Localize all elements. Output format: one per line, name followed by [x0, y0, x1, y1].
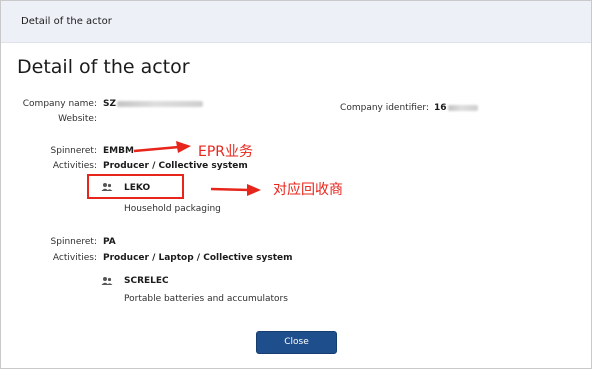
annotation-arrowhead-epr	[176, 141, 191, 153]
activities-value: Producer / Laptop / Collective system	[103, 253, 293, 263]
annotation-arrowhead-recycler	[247, 184, 261, 196]
activities-label: Activities:	[52, 253, 97, 263]
org-description: Household packaging	[124, 204, 221, 214]
company-identifier-value: 16	[434, 103, 447, 113]
close-button[interactable]: Close	[256, 331, 337, 354]
actor-detail-modal: Detail of the actor Detail of the actor …	[0, 0, 592, 369]
activities-value: Producer / Collective system	[103, 161, 248, 171]
company-identifier-label: Company identifier:	[340, 103, 429, 113]
activities-label: Activities:	[52, 161, 97, 171]
company-name-redaction	[117, 101, 203, 107]
window-title: Detail of the actor	[21, 16, 112, 27]
window-titlebar: Detail of the actor	[1, 1, 591, 43]
annotation-epr-text: EPR业务	[198, 144, 254, 160]
annotation-recycler-text: 对应回收商	[273, 182, 343, 198]
website-label: Website:	[58, 114, 97, 124]
page-title: Detail of the actor	[17, 56, 190, 78]
org-description: Portable batteries and accumulators	[124, 294, 288, 304]
spinneret-label: Spinneret:	[50, 237, 97, 247]
company-identifier-redaction	[448, 105, 478, 111]
org-name: SCRELEC	[124, 276, 169, 286]
spinneret-value: PA	[103, 237, 116, 247]
org-icon	[101, 277, 113, 285]
spinneret-value: EMBM	[103, 146, 134, 156]
annotation-highlight-box	[87, 174, 184, 199]
company-name-label: Company name:	[22, 99, 97, 109]
company-name-value: SZ	[103, 99, 117, 109]
annotation-arrow-epr	[133, 145, 180, 153]
spinneret-label: Spinneret:	[50, 146, 97, 156]
annotation-arrow-recycler	[210, 187, 250, 192]
